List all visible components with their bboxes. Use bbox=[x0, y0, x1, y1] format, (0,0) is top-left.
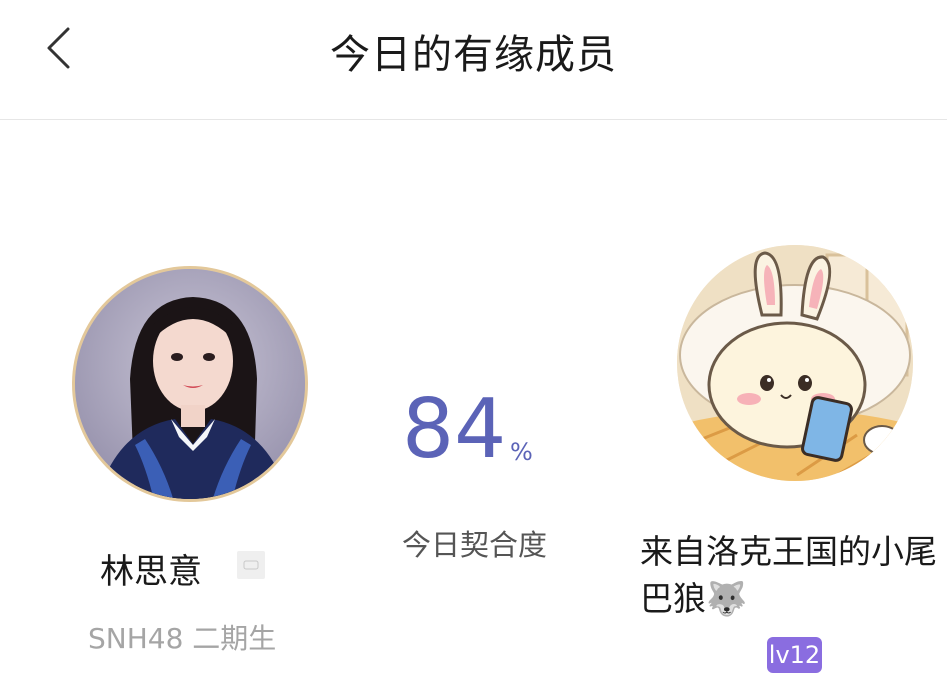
member-name: 林思意 bbox=[100, 552, 202, 592]
match-page: 今日的有缘成员 林思意 SNH48 二期生 84 % 今日契合度 来自洛克王国的… bbox=[0, 0, 947, 681]
page-title: 今日的有缘成员 bbox=[330, 32, 617, 78]
header: 今日的有缘成员 bbox=[0, 0, 947, 120]
match-score-value: 84 bbox=[402, 382, 507, 477]
match-score-unit: % bbox=[510, 438, 533, 466]
user-avatar-image bbox=[677, 245, 913, 481]
member-avatar[interactable] bbox=[72, 266, 308, 502]
user-level-badge: lv12 bbox=[767, 637, 822, 673]
match-score-label: 今日契合度 bbox=[402, 528, 548, 562]
member-photo bbox=[75, 269, 305, 499]
user-name: 来自洛克王国的小尾巴狼🐺 bbox=[640, 532, 937, 618]
verified-badge-icon bbox=[237, 551, 265, 579]
match-score: 84 % bbox=[402, 382, 542, 478]
user-avatar[interactable] bbox=[677, 245, 913, 481]
member-subtitle: SNH48 二期生 bbox=[88, 622, 277, 655]
